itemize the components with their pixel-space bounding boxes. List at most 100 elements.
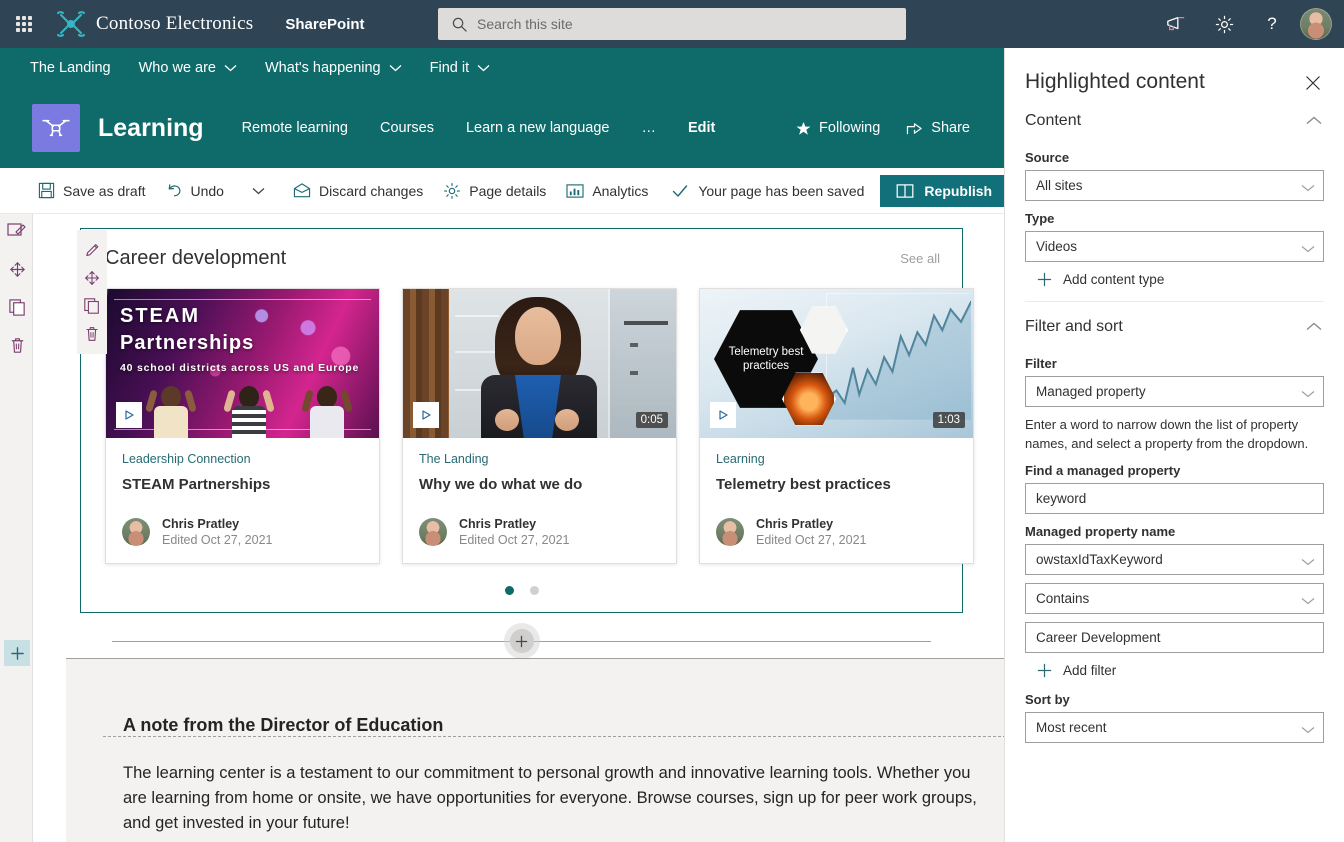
filter-dropdown[interactable]: Managed property (1025, 376, 1324, 407)
source-label: Source (1025, 150, 1070, 165)
site-nav-remote-learning[interactable]: Remote learning (242, 120, 348, 136)
site-nav-overflow-icon[interactable]: … (642, 120, 657, 136)
card-site-link[interactable]: Learning (716, 452, 957, 466)
why-we-do-what-we-do-thumbnail[interactable]: 0:05 (403, 289, 676, 438)
save-as-draft-button[interactable]: Save as draft (28, 175, 156, 207)
suite-actions: ? (1152, 0, 1344, 48)
site-nav-edit[interactable]: Edit (688, 120, 715, 136)
content-group-title: Content (1025, 112, 1082, 129)
property-pane-header: Highlighted content (1005, 48, 1344, 96)
card-item[interactable]: 0:05 The Landing Why we do what we do Ch… (402, 288, 677, 564)
avatar[interactable] (1300, 8, 1332, 40)
card-title[interactable]: Why we do what we do (419, 476, 660, 493)
thumb-overlay-title: STEAM (120, 305, 200, 327)
card-person: Chris Pratley Edited Oct 27, 2021 (459, 517, 570, 547)
page-title[interactable]: Learning (98, 114, 204, 143)
managed-property-name-label: Managed property name (1025, 524, 1176, 539)
card-item[interactable]: STEAM Partnerships 40 school districts a… (105, 288, 380, 564)
add-section-button[interactable] (4, 640, 30, 666)
analytics-button[interactable]: Analytics (556, 175, 658, 207)
search-box[interactable] (438, 8, 906, 40)
help-icon[interactable]: ? (1248, 0, 1296, 48)
managed-property-value: owstaxIdTaxKeyword (1036, 552, 1163, 567)
chevron-down-icon (389, 64, 402, 72)
site-nav-courses[interactable]: Courses (380, 120, 434, 136)
sort-by-dropdown[interactable]: Most recent (1025, 712, 1324, 743)
undo-dropdown-button[interactable] (242, 175, 283, 207)
chevron-up-icon[interactable] (1306, 112, 1322, 130)
add-filter-button[interactable]: Add filter (1037, 663, 1324, 678)
republish-button[interactable]: Republish (880, 174, 1009, 207)
steam-partnerships-thumbnail[interactable]: STEAM Partnerships 40 school districts a… (106, 289, 379, 438)
hubnav-item-whats-happening[interactable]: What's happening (265, 60, 402, 76)
filter-sort-group-header[interactable]: Filter and sort (1005, 302, 1344, 346)
delete-webpart-icon[interactable] (79, 320, 105, 348)
analytics-label: Analytics (592, 182, 649, 199)
search-input[interactable] (477, 16, 857, 32)
see-all-link[interactable]: See all (900, 251, 940, 266)
suite-app-name[interactable]: SharePoint (285, 16, 364, 33)
operator-dropdown[interactable]: Contains (1025, 583, 1324, 614)
edit-webpart-icon[interactable] (79, 236, 105, 264)
move-webpart-icon[interactable] (79, 264, 105, 292)
section-rail (0, 214, 33, 842)
thumb-overlay-sub: 40 school districts across US and Europe (120, 362, 360, 374)
undo-button[interactable]: Undo (156, 175, 234, 207)
filter-sort-group-body: Filter Managed property Enter a word to … (1005, 356, 1344, 743)
add-content-type-button[interactable]: Add content type (1037, 272, 1324, 287)
card-site-link[interactable]: The Landing (419, 452, 660, 466)
filter-sort-group-title: Filter and sort (1025, 318, 1123, 335)
delete-section-icon[interactable] (6, 334, 28, 356)
duplicate-webpart-icon[interactable] (79, 292, 105, 320)
add-webpart-button[interactable] (509, 629, 534, 653)
duration-badge: 0:05 (635, 412, 668, 428)
edit-section-icon[interactable] (6, 220, 28, 242)
content-group-header[interactable]: Content (1005, 96, 1344, 140)
type-dropdown[interactable]: Videos (1025, 231, 1324, 262)
play-icon[interactable] (116, 402, 142, 428)
card-site-link[interactable]: Leadership Connection (122, 452, 363, 466)
discard-changes-label: Discard changes (318, 182, 424, 199)
text-section[interactable]: A note from the Director of Education Th… (66, 659, 1004, 842)
hubnav-item-find-it[interactable]: Find it (430, 60, 491, 76)
site-nav-learn-a-new-language[interactable]: Learn a new language (466, 120, 610, 136)
thumb-overlay-title2: Partnerships (120, 332, 255, 354)
save-icon (38, 182, 55, 199)
app-launcher-icon[interactable] (0, 0, 48, 48)
telemetry-best-practices-thumbnail[interactable]: Telemetry best practices 1:03 (700, 289, 973, 438)
following-button[interactable]: Following (796, 120, 880, 136)
hubnav-label: Find it (429, 60, 470, 76)
chevron-down-icon (1301, 593, 1315, 608)
operand-input[interactable]: Career Development (1025, 622, 1324, 653)
drone-icon[interactable] (32, 104, 80, 152)
decorative-rule (114, 299, 371, 300)
highlighted-content-webpart[interactable]: Career development See all STEAM Partner… (80, 228, 974, 613)
find-managed-property-input[interactable]: keyword (1025, 483, 1324, 514)
save-status: Your page has been saved (672, 183, 864, 199)
card-item[interactable]: Telemetry best practices 1:03 Learning T… (699, 288, 974, 564)
megaphone-icon[interactable] (1152, 0, 1200, 48)
move-section-icon[interactable] (6, 258, 28, 280)
hubnav-item-the-landing[interactable]: The Landing (30, 60, 111, 76)
source-dropdown[interactable]: All sites (1025, 170, 1324, 201)
chevron-up-icon[interactable] (1306, 318, 1322, 336)
hubnav-item-who-we-are[interactable]: Who we are (139, 60, 237, 76)
pager-dot-1[interactable] (504, 586, 514, 595)
share-button[interactable]: Share (906, 120, 970, 136)
card-title[interactable]: Telemetry best practices (716, 476, 957, 493)
page-details-label: Page details (469, 182, 547, 199)
play-icon[interactable] (710, 402, 736, 428)
pager-dot-2[interactable] (529, 586, 539, 595)
discard-changes-button[interactable]: Discard changes (283, 175, 433, 207)
play-icon[interactable] (413, 402, 439, 428)
contoso-drone-logo-icon[interactable] (56, 11, 86, 37)
close-icon[interactable] (1300, 70, 1326, 96)
duplicate-section-icon[interactable] (6, 296, 28, 318)
card-title[interactable]: STEAM Partnerships (122, 476, 363, 493)
card-body: The Landing Why we do what we do (403, 438, 676, 497)
gear-icon[interactable] (1200, 0, 1248, 48)
chevron-down-icon (1301, 386, 1315, 401)
managed-property-dropdown[interactable]: owstaxIdTaxKeyword (1025, 544, 1324, 575)
page-details-button[interactable]: Page details (433, 175, 556, 207)
find-managed-property-value: keyword (1036, 491, 1087, 506)
